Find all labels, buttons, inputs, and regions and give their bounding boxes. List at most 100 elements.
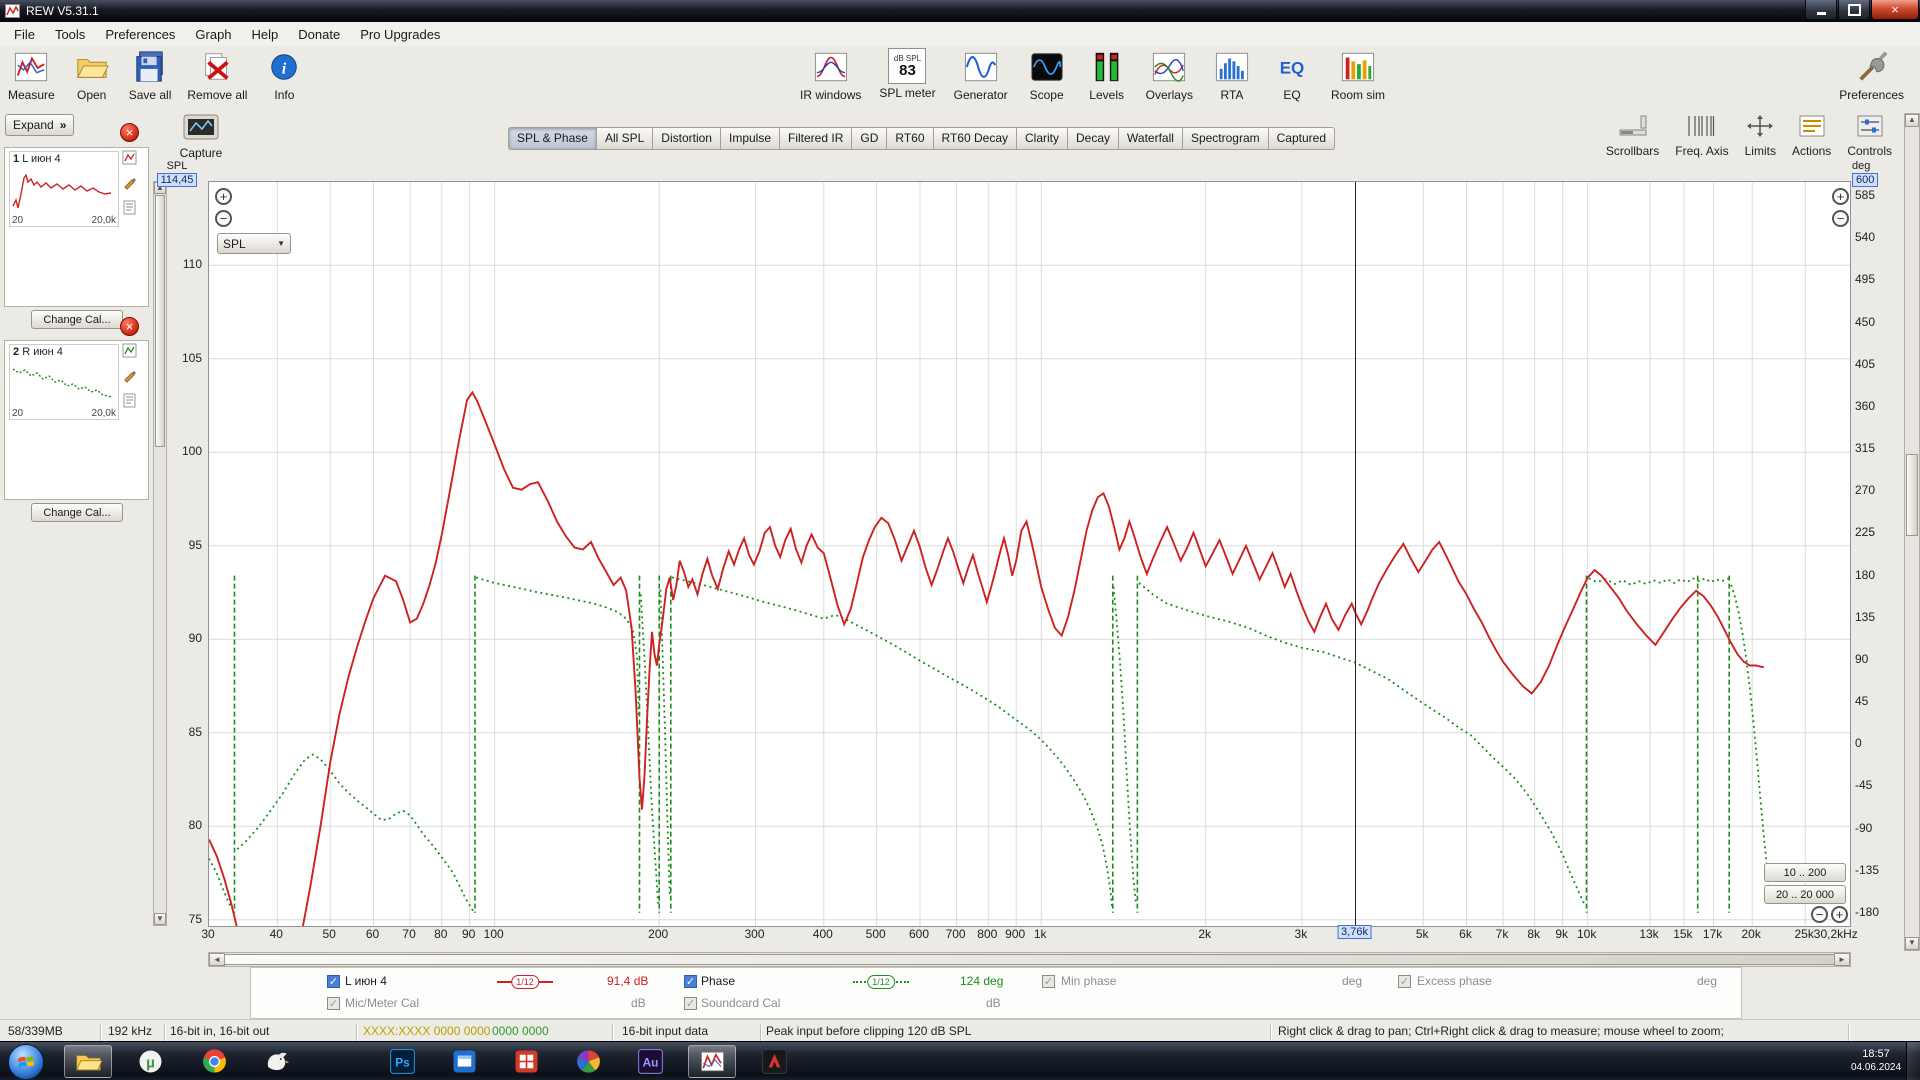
show-desktop-button[interactable] [1906, 1042, 1920, 1080]
remove-measurement-1-icon[interactable]: × [120, 123, 139, 142]
pinwheel-icon[interactable] [564, 1045, 612, 1078]
scroll-up-icon[interactable]: ▲ [1905, 114, 1919, 127]
bird-icon[interactable] [252, 1045, 300, 1078]
limits-button[interactable]: Limits [1745, 114, 1776, 158]
info-button[interactable]: iInfo [263, 48, 305, 102]
save-all-button[interactable]: Save all [129, 48, 172, 102]
spl-tick-label: 80 [158, 818, 204, 832]
menu-file[interactable]: File [4, 24, 45, 45]
taskbar-clock[interactable]: 18:57 04.06.2024 [1850, 1047, 1902, 1075]
generator-button[interactable]: Generator [954, 48, 1008, 102]
range-preset-20-20000-button[interactable]: 20 .. 20 000 [1764, 885, 1846, 904]
frequency-tick-label: 20k [1742, 927, 1761, 941]
tab-spectrogram[interactable]: Spectrogram [1183, 127, 1269, 150]
scrollbar-thumb[interactable] [1906, 454, 1918, 536]
frequency-tick-label: 6k [1459, 927, 1472, 941]
room-sim-button[interactable]: Room sim [1331, 48, 1385, 102]
scroll-down-icon[interactable]: ▼ [1905, 937, 1919, 950]
eq-button[interactable]: EQEQ [1271, 48, 1313, 102]
tab-distortion[interactable]: Distortion [653, 127, 721, 150]
frequency-tick-label: 700 [946, 927, 966, 941]
tab-rt60-decay[interactable]: RT60 Decay [934, 127, 1017, 150]
measure-button[interactable]: Measure [8, 48, 55, 102]
capture-button[interactable]: Capture [176, 112, 226, 160]
zoom-out-left-icon[interactable]: − [215, 210, 232, 227]
preferences-button[interactable]: Preferences [1839, 48, 1904, 102]
chrome-icon[interactable] [190, 1045, 238, 1078]
blue-app-icon[interactable] [440, 1045, 488, 1078]
trace-options-icon[interactable] [122, 150, 137, 168]
spl-meter-icon: dB SPL83 [888, 48, 926, 84]
freq-axis-button[interactable]: Freq. Axis [1675, 114, 1728, 158]
excess-phase-checkbox[interactable]: ✓ [1398, 975, 1411, 988]
tab-waterfall[interactable]: Waterfall [1119, 127, 1183, 150]
mic-meter-cal-checkbox[interactable]: ✓ [327, 997, 340, 1010]
zoom-out-right-icon[interactable]: − [1832, 210, 1849, 227]
graph-horizontal-scrollbar[interactable]: ◄ ► [208, 952, 1851, 967]
min-phase-checkbox[interactable]: ✓ [1042, 975, 1055, 988]
remove-all-button[interactable]: Remove all [187, 48, 247, 102]
spl-meter-button[interactable]: dB SPL83SPL meter [879, 48, 935, 102]
utorrent-icon[interactable]: µ [126, 1045, 174, 1078]
tab-impulse[interactable]: Impulse [721, 127, 780, 150]
tab-clarity[interactable]: Clarity [1017, 127, 1068, 150]
change-cal-button-2[interactable]: Change Cal... [31, 503, 123, 522]
amd-icon[interactable] [750, 1045, 798, 1078]
expand-sidebar-button[interactable]: Expand » [5, 114, 74, 136]
audition-icon[interactable]: Au [626, 1045, 674, 1078]
phase-visibility-checkbox[interactable]: ✓ [684, 975, 697, 988]
scrollbar-thumb[interactable] [224, 954, 1835, 965]
controls-button[interactable]: Controls [1847, 114, 1892, 158]
tab-rt60[interactable]: RT60 [887, 127, 933, 150]
menu-graph[interactable]: Graph [185, 24, 241, 45]
scroll-left-icon[interactable]: ◄ [209, 953, 225, 966]
open-button[interactable]: Open [71, 48, 113, 102]
maximize-button[interactable] [1838, 0, 1870, 20]
tab-decay[interactable]: Decay [1068, 127, 1119, 150]
levels-button[interactable]: Levels [1086, 48, 1128, 102]
zoom-out-x-icon[interactable]: − [1811, 906, 1828, 923]
zoom-in-x-icon[interactable]: + [1831, 906, 1848, 923]
overlays-button[interactable]: Overlays [1146, 48, 1193, 102]
notes-icon[interactable] [122, 200, 137, 218]
menu-pro-upgrades[interactable]: Pro Upgrades [350, 24, 450, 45]
chart-canvas[interactable] [209, 182, 1850, 926]
tab-gd[interactable]: GD [852, 127, 887, 150]
edit-pencil-icon[interactable] [122, 368, 137, 386]
close-button[interactable]: × [1871, 0, 1919, 20]
scrollbars-button[interactable]: Scrollbars [1606, 114, 1659, 158]
menu-help[interactable]: Help [242, 24, 289, 45]
start-button[interactable] [8, 1044, 44, 1080]
range-preset-10-200-button[interactable]: 10 .. 200 [1764, 863, 1846, 882]
edit-pencil-icon[interactable] [122, 175, 137, 193]
tab-all-spl[interactable]: All SPL [597, 127, 653, 150]
zoom-in-right-icon[interactable]: + [1832, 188, 1849, 205]
measurement-visibility-checkbox[interactable]: ✓ [327, 975, 340, 988]
photoshop-icon[interactable]: Ps [378, 1045, 426, 1078]
tab-captured[interactable]: Captured [1269, 127, 1335, 150]
minimize-button[interactable] [1805, 0, 1837, 20]
menu-preferences[interactable]: Preferences [95, 24, 185, 45]
graph-vertical-scrollbar[interactable]: ▲ ▼ [1904, 113, 1920, 951]
rew-taskbar-icon[interactable] [688, 1045, 736, 1078]
scope-button[interactable]: Scope [1026, 48, 1068, 102]
soundcard-cal-checkbox[interactable]: ✓ [684, 997, 697, 1010]
tab-spl-phase[interactable]: SPL & Phase [508, 127, 597, 150]
ir-windows-button[interactable]: IR windows [800, 48, 861, 102]
frequency-tick-label: 3k [1295, 927, 1308, 941]
actions-button[interactable]: Actions [1792, 114, 1831, 158]
spl-phase-graph[interactable] [208, 181, 1851, 927]
remove-measurement-2-icon[interactable]: × [120, 317, 139, 336]
menu-tools[interactable]: Tools [45, 24, 95, 45]
notes-icon[interactable] [122, 393, 137, 411]
rta-button[interactable]: RTA [1211, 48, 1253, 102]
menu-donate[interactable]: Donate [288, 24, 350, 45]
explorer-icon[interactable] [64, 1045, 112, 1078]
tab-filtered-ir[interactable]: Filtered IR [780, 127, 852, 150]
change-cal-button-1[interactable]: Change Cal... [31, 310, 123, 329]
scroll-right-icon[interactable]: ► [1834, 953, 1850, 966]
graph-mode-dropdown[interactable]: SPL ▼ [217, 233, 291, 254]
zoom-in-left-icon[interactable]: + [215, 188, 232, 205]
red-app-icon[interactable] [502, 1045, 550, 1078]
trace-options-icon[interactable] [122, 343, 137, 361]
